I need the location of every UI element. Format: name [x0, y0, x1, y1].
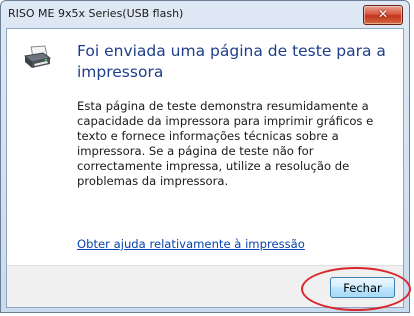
title-bar[interactable]: RISO ME 9x5x Series(USB flash) ✕ — [1, 1, 409, 28]
window-close-button[interactable]: ✕ — [363, 5, 403, 25]
help-link[interactable]: Obter ajuda relativamente à impressão — [77, 237, 305, 251]
printer-icon — [23, 45, 51, 68]
close-icon: ✕ — [377, 7, 389, 21]
dialog-heading: Foi enviada uma página de teste para a i… — [77, 42, 386, 81]
dialog-message: Esta página de teste demonstra resumidam… — [77, 99, 374, 188]
window-title: RISO ME 9x5x Series(USB flash) — [8, 7, 184, 20]
dialog-window: RISO ME 9x5x Series(USB flash) ✕ Foi env… — [0, 0, 410, 313]
dialog-footer: Fechar — [7, 265, 403, 307]
dialog-content: Foi enviada uma página de teste para a i… — [6, 28, 404, 308]
close-button[interactable]: Fechar — [330, 277, 395, 298]
